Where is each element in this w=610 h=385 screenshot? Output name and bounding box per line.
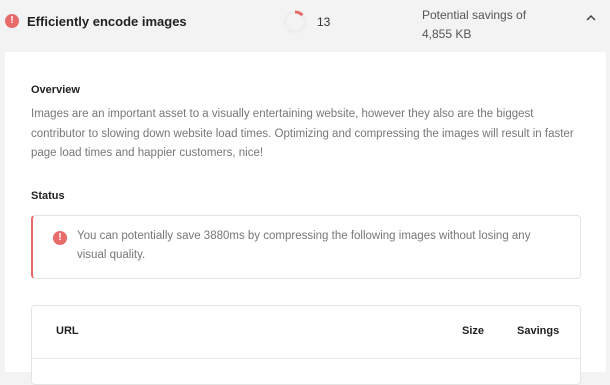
potential-savings: Potential savings of 4,855 KB: [422, 6, 572, 44]
status-notice-text: You can potentially save 3880ms by compr…: [77, 230, 531, 261]
savings-amount: 4,855 KB: [422, 27, 472, 41]
images-table: URL Size Savings: [31, 305, 581, 385]
status-notice: ! You can potentially save 3880ms by com…: [31, 215, 581, 279]
score-value: 13: [317, 15, 331, 29]
audit-title: Efficiently encode images: [27, 14, 187, 29]
audit-header[interactable]: ! Efficiently encode images 13 Potential…: [0, 0, 610, 44]
column-header-url[interactable]: URL: [56, 325, 79, 337]
savings-label: Potential savings of: [422, 8, 527, 22]
overview-text: Images are an important asset to a visua…: [31, 108, 574, 159]
score-ring: [283, 10, 307, 34]
column-header-savings[interactable]: Savings: [517, 325, 559, 337]
overview-heading: Overview: [31, 84, 80, 96]
alert-circle-icon: !: [5, 14, 19, 28]
alert-circle-icon: !: [53, 231, 67, 245]
audit-details-panel: Overview Images are an important asset t…: [5, 52, 606, 385]
column-header-size[interactable]: Size: [462, 325, 484, 337]
status-heading: Status: [31, 190, 65, 202]
chevron-up-icon[interactable]: [585, 12, 597, 24]
